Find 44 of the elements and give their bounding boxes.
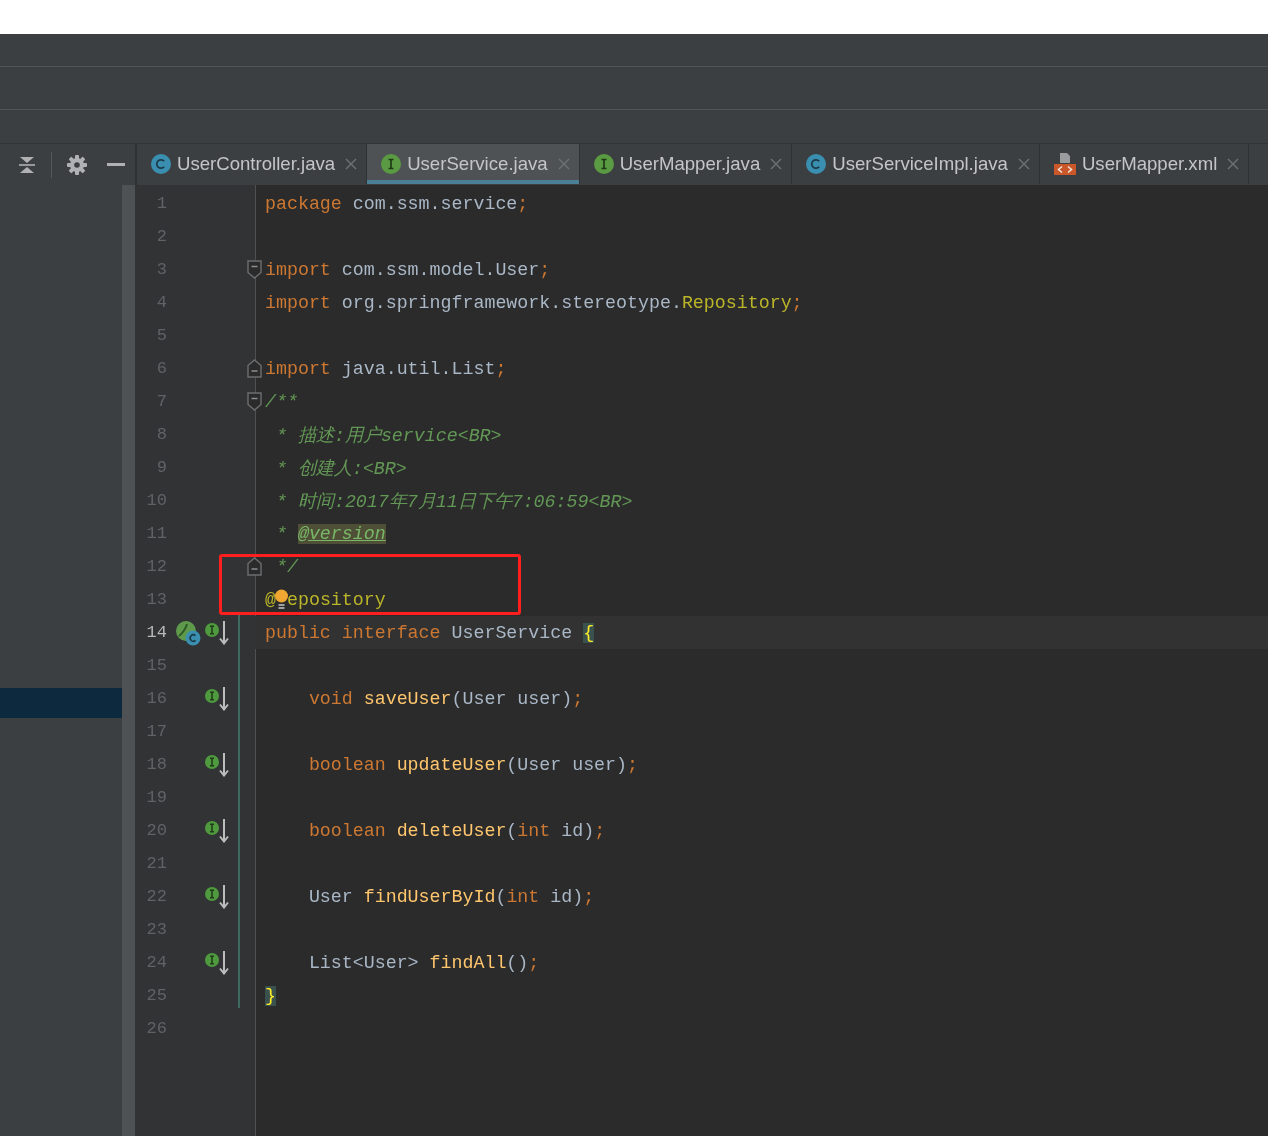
code-line: User findUserById(int id); — [308, 886, 595, 907]
code-line: package com.ssm.service; — [265, 193, 529, 214]
interface-down-arrow-icon[interactable] — [205, 620, 230, 645]
xml-file-icon — [1053, 153, 1076, 175]
collapse-all-icon[interactable] — [18, 155, 36, 174]
interface-file-icon — [593, 154, 614, 174]
fold-marker-icon[interactable] — [247, 392, 262, 411]
close-icon[interactable] — [345, 158, 358, 170]
settings-icon[interactable] — [67, 154, 87, 175]
code-line: * 创建人:<BR> — [275, 458, 407, 480]
code-line: boolean updateUser(User user); — [308, 754, 639, 775]
scrollbar[interactable] — [122, 185, 135, 1136]
class-file-icon — [151, 154, 171, 174]
fold-marker-icon[interactable] — [247, 359, 262, 378]
code-line: void saveUser(User user); — [308, 688, 584, 709]
code-text: epository — [287, 589, 386, 610]
code-line: * 描述:用户service<BR> — [275, 424, 502, 447]
fold-marker-icon[interactable] — [247, 260, 262, 279]
class-file-icon — [806, 154, 827, 174]
fold-marker-icon[interactable] — [247, 557, 262, 576]
lightbulb-icon[interactable] — [275, 588, 288, 611]
code-line: import com.ssm.model.User; — [265, 259, 551, 280]
interface-down-arrow-icon[interactable] — [205, 818, 230, 843]
code-line: public interface UserService { — [265, 622, 595, 643]
code-line: * 时间:2017年7月11日下午7:06:59<BR> — [275, 491, 633, 513]
close-icon[interactable] — [770, 158, 783, 170]
interface-down-arrow-icon[interactable] — [205, 752, 230, 777]
code-line: boolean deleteUser(int id); — [308, 820, 606, 841]
code-text: @ — [265, 589, 276, 610]
code-line: import java.util.List; — [265, 358, 507, 379]
interface-file-icon — [381, 154, 402, 174]
close-icon[interactable] — [557, 158, 570, 170]
editor-tab[interactable]: UserService.java — [367, 144, 580, 184]
interface-down-arrow-icon[interactable] — [205, 950, 230, 975]
bean-badge-icon[interactable] — [175, 619, 201, 646]
interface-down-arrow-icon[interactable] — [205, 884, 230, 909]
code-line: List<User> findAll(); — [308, 952, 540, 973]
close-icon[interactable] — [1017, 158, 1030, 170]
code-line: */ — [275, 556, 298, 577]
code-line: /** — [265, 391, 298, 412]
line-number: 14 — [146, 623, 167, 642]
interface-down-arrow-icon[interactable] — [205, 686, 230, 711]
code-line: import org.springframework.stereotype.Repository; — [265, 292, 803, 313]
close-icon[interactable] — [1227, 158, 1240, 170]
